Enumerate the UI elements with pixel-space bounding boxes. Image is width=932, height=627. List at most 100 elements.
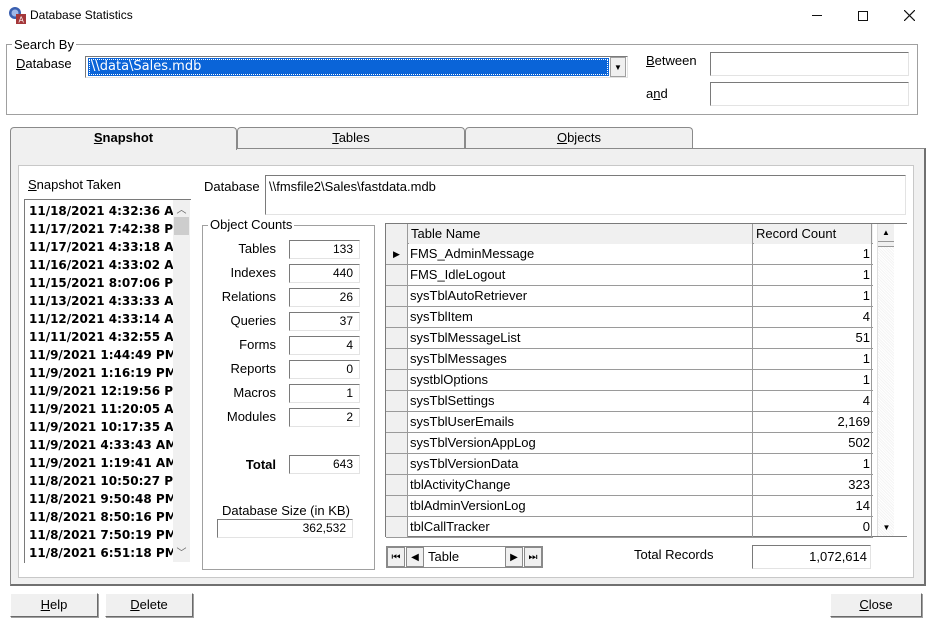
table-row[interactable]: tblCallTracker 0 (386, 517, 873, 538)
snapshot-list-item[interactable]: 11/12/2021 4:33:14 AM (25, 310, 186, 328)
table-name-cell[interactable]: FMS_AdminMessage (409, 244, 753, 264)
row-selector[interactable] (386, 370, 408, 390)
record-count-cell[interactable]: 1 (754, 349, 872, 369)
last-record-button[interactable]: ⏭ (524, 547, 542, 567)
table-row[interactable]: sysTblItem 4 (386, 307, 873, 328)
table-row[interactable]: sysTblVersionAppLog 502 (386, 433, 873, 454)
snapshot-list-item[interactable]: 11/8/2021 8:50:16 PM (25, 508, 177, 526)
row-selector[interactable] (386, 307, 408, 327)
minimize-button[interactable] (794, 0, 840, 31)
record-count-cell[interactable]: 1 (754, 265, 872, 285)
snapshot-list-item[interactable]: 11/15/2021 8:07:06 PM (25, 274, 185, 292)
table-name-cell[interactable]: sysTblMessages (409, 349, 753, 369)
snapshot-list-item[interactable]: 11/9/2021 1:19:41 AM (25, 454, 177, 472)
row-selector[interactable] (386, 391, 408, 411)
snapshot-list-item[interactable]: 11/11/2021 4:32:55 AM (25, 328, 186, 346)
table-name-cell[interactable]: sysTblUserEmails (409, 412, 753, 432)
table-row[interactable]: ▶ FMS_AdminMessage 1 (386, 244, 873, 265)
row-selector[interactable] (386, 328, 408, 348)
first-record-button[interactable]: ⏮ (387, 547, 405, 567)
snapshot-list-item[interactable]: 11/9/2021 11:20:05 AM (25, 400, 186, 418)
record-count-cell[interactable]: 4 (754, 307, 872, 327)
and-date-input[interactable] (710, 82, 909, 106)
table-row[interactable]: sysTblUserEmails 2,169 (386, 412, 873, 433)
row-selector[interactable] (386, 496, 408, 516)
table-name-cell[interactable]: tblCallTracker (409, 517, 753, 537)
record-count-cell[interactable]: 1 (754, 244, 872, 264)
row-selector[interactable]: ▶ (386, 244, 408, 264)
column-header-record-count[interactable]: Record Count (754, 224, 872, 244)
grid-scroll-down-button[interactable]: ▼ (878, 519, 895, 536)
snapshot-list[interactable]: 11/18/2021 4:32:36 AM 11/17/2021 7:42:38 … (24, 199, 191, 563)
table-name-cell[interactable]: sysTblVersionData (409, 454, 753, 474)
record-count-cell[interactable]: 2,169 (754, 412, 872, 432)
scroll-up-button[interactable]: ︿ (173, 200, 190, 217)
between-date-input[interactable] (710, 52, 909, 76)
scroll-down-button[interactable]: ﹀ (173, 543, 190, 560)
row-selector[interactable] (386, 433, 408, 453)
row-selector[interactable] (386, 349, 408, 369)
snapshot-list-item[interactable]: 11/8/2021 6:51:18 PM (25, 544, 177, 562)
close-window-button[interactable] (886, 0, 932, 31)
table-row[interactable]: sysTblAutoRetriever 1 (386, 286, 873, 307)
snapshot-list-item[interactable]: 11/17/2021 4:33:18 AM (25, 238, 186, 256)
row-selector[interactable] (386, 412, 408, 432)
snapshot-list-item[interactable]: 11/8/2021 9:50:48 PM (25, 490, 177, 508)
table-name-cell[interactable]: sysTblAutoRetriever (409, 286, 753, 306)
table-name-cell[interactable]: tblActivityChange (409, 475, 753, 495)
snapshot-list-item[interactable]: 11/9/2021 12:19:56 PM (25, 382, 185, 400)
delete-button[interactable]: Delete (105, 593, 193, 617)
table-row[interactable]: tblAdminVersionLog 14 (386, 496, 873, 517)
row-selector[interactable] (386, 475, 408, 495)
record-count-cell[interactable]: 4 (754, 391, 872, 411)
previous-record-button[interactable]: ◀ (406, 547, 424, 567)
table-name-cell[interactable]: FMS_IdleLogout (409, 265, 753, 285)
record-count-cell[interactable]: 1 (754, 370, 872, 390)
scrollbar-thumb[interactable] (174, 217, 189, 235)
row-selector[interactable] (386, 454, 408, 474)
snapshot-list-item[interactable]: 11/18/2021 4:32:36 AM (25, 202, 186, 220)
table-row[interactable]: sysTblMessages 1 (386, 349, 873, 370)
row-selector[interactable] (386, 286, 408, 306)
table-record-grid[interactable]: Table Name Record Count ▶ FMS_AdminMessag… (385, 223, 907, 538)
snapshot-list-item[interactable]: 11/9/2021 1:44:49 PM (25, 346, 177, 364)
row-selector[interactable] (386, 517, 408, 537)
table-row[interactable]: FMS_IdleLogout 1 (386, 265, 873, 286)
grid-scroll-up-button[interactable]: ▲ (878, 224, 894, 241)
record-count-cell[interactable]: 14 (754, 496, 872, 516)
snapshot-list-item[interactable]: 11/9/2021 10:17:35 AM (25, 418, 186, 436)
table-row[interactable]: sysTblSettings 4 (386, 391, 873, 412)
row-selector[interactable] (386, 265, 408, 285)
tab-objects[interactable]: Objects (465, 127, 693, 149)
snapshot-list-item[interactable]: 11/13/2021 4:33:33 AM (25, 292, 186, 310)
next-record-button[interactable]: ▶ (505, 547, 523, 567)
table-name-cell[interactable]: sysTblSettings (409, 391, 753, 411)
record-count-cell[interactable]: 51 (754, 328, 872, 348)
tab-snapshot[interactable]: Snapshot (10, 127, 237, 150)
record-count-cell[interactable]: 1 (754, 454, 872, 474)
table-row[interactable]: sysTblMessageList 51 (386, 328, 873, 349)
record-count-cell[interactable]: 0 (754, 517, 872, 537)
help-button[interactable]: Help (10, 593, 98, 617)
table-name-cell[interactable]: sysTblMessageList (409, 328, 753, 348)
table-row[interactable]: tblActivityChange 323 (386, 475, 873, 496)
database-dropdown-button[interactable]: ▼ (610, 57, 626, 77)
snapshot-list-item[interactable]: 11/9/2021 4:33:43 AM (25, 436, 177, 454)
grid-scrollbar[interactable]: ▲ ▼ (877, 224, 894, 536)
close-button[interactable]: Close (830, 593, 922, 617)
snapshot-list-item[interactable]: 11/8/2021 7:50:19 PM (25, 526, 177, 544)
tab-tables[interactable]: Tables (237, 127, 465, 149)
record-count-cell[interactable]: 323 (754, 475, 872, 495)
snapshot-list-item[interactable]: 11/17/2021 7:42:38 PM (25, 220, 185, 238)
record-count-cell[interactable]: 1 (754, 286, 872, 306)
grid-scrollbar-thumb[interactable] (878, 241, 894, 247)
table-name-cell[interactable]: sysTblItem (409, 307, 753, 327)
maximize-button[interactable] (840, 0, 886, 31)
record-count-cell[interactable]: 502 (754, 433, 872, 453)
table-row[interactable]: systblOptions 1 (386, 370, 873, 391)
database-combobox[interactable]: \\data\Sales.mdb ▼ (85, 56, 628, 78)
snapshot-list-item[interactable]: 11/16/2021 4:33:02 AM (25, 256, 186, 274)
snapshot-list-item[interactable]: 11/9/2021 1:16:19 PM (25, 364, 177, 382)
table-row[interactable]: sysTblVersionData 1 (386, 454, 873, 475)
database-combobox-value[interactable]: \\data\Sales.mdb (88, 58, 609, 76)
